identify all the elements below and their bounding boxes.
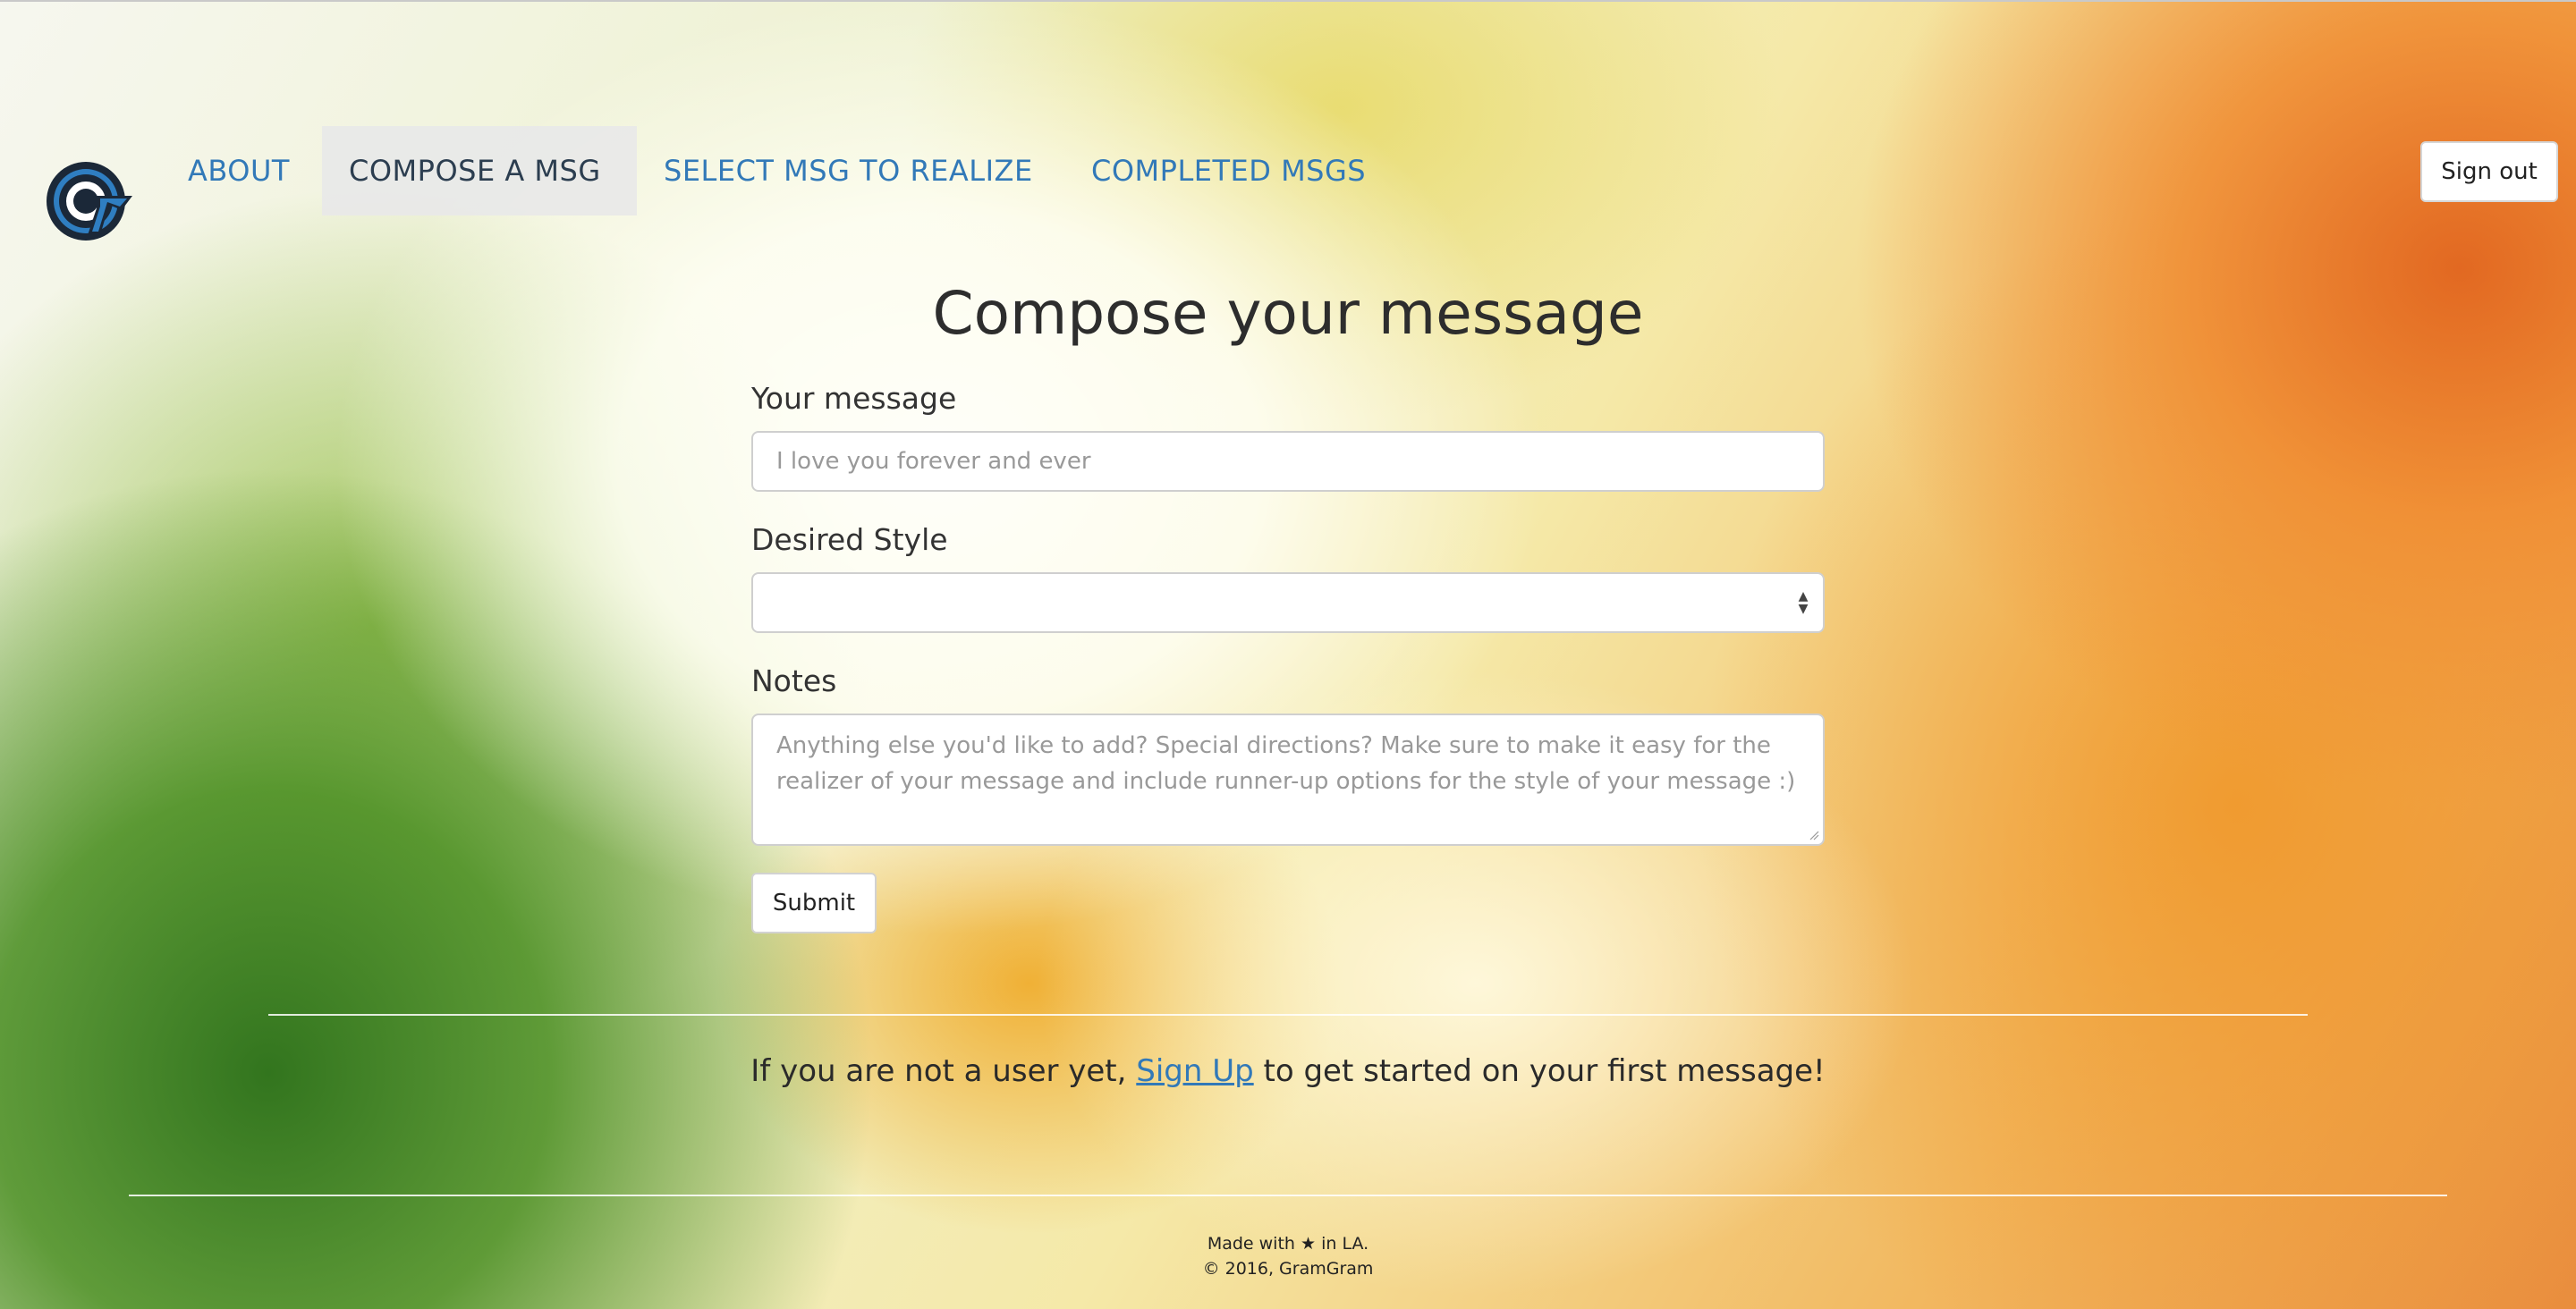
sign-up-link[interactable]: Sign Up [1136, 1053, 1253, 1089]
submit-button[interactable]: Submit [751, 873, 877, 933]
footer-made-suffix: in LA. [1316, 1234, 1369, 1254]
signup-suffix: to get started on your first message! [1253, 1053, 1826, 1089]
gramgram-logo-icon[interactable] [45, 155, 134, 244]
nav-item-select-msg[interactable]: SELECT MSG TO REALIZE [637, 126, 1066, 215]
message-input[interactable]: I love you forever and ever [751, 431, 1825, 492]
notes-label: Notes [751, 663, 837, 698]
resize-grip-icon[interactable] [1809, 830, 1819, 840]
signup-prefix: If you are not a user yet, [750, 1053, 1137, 1089]
select-arrows-icon: ▲ ▼ [1798, 589, 1809, 616]
footer-divider [129, 1195, 2447, 1196]
top-border [0, 0, 2576, 2]
sign-out-button[interactable]: Sign out [2420, 141, 2558, 202]
style-label: Desired Style [751, 522, 948, 557]
nav-item-about[interactable]: ABOUT [161, 126, 324, 215]
nav-item-compose[interactable]: COMPOSE A MSG [322, 126, 637, 215]
divider [268, 1014, 2308, 1016]
notes-textarea[interactable]: Anything else you'd like to add? Special… [751, 714, 1825, 846]
signup-prompt: If you are not a user yet, Sign Up to ge… [0, 1053, 2576, 1089]
footer-made-with: Made with ★ in LA. [0, 1234, 2576, 1254]
message-label: Your message [751, 381, 957, 416]
star-icon: ★ [1301, 1234, 1317, 1254]
footer-copyright: © 2016, GramGram [1202, 1259, 1374, 1279]
nav-item-completed-msgs[interactable]: COMPLETED MSGS [1064, 126, 1404, 215]
footer-made-prefix: Made with [1207, 1234, 1301, 1254]
style-select[interactable]: ▲ ▼ [751, 572, 1825, 633]
notes-placeholder: Anything else you'd like to add? Special… [776, 732, 1796, 795]
page-title: Compose your message [932, 279, 1644, 348]
